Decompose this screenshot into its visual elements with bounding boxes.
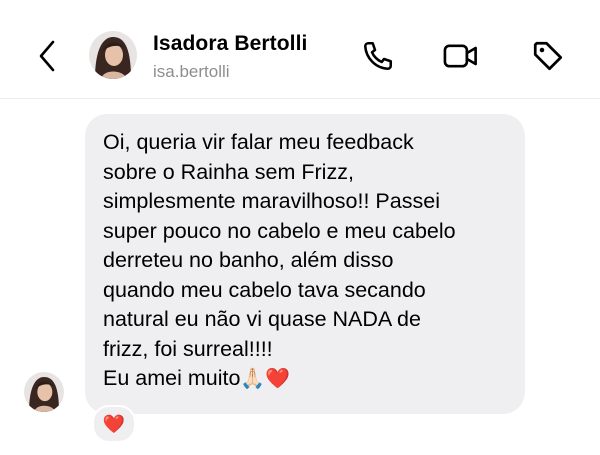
call-button[interactable] <box>358 36 398 76</box>
sender-avatar[interactable] <box>24 372 64 412</box>
message-line: super pouco no cabelo e meu cabelo <box>103 218 456 243</box>
contact-avatar[interactable] <box>89 31 137 79</box>
praying-hands-emoji-icon: 🙏🏻 <box>240 366 266 390</box>
contact-name[interactable]: Isadora Bertolli <box>153 32 307 56</box>
contact-username[interactable]: isa.bertolli <box>153 62 230 82</box>
heart-reaction-badge[interactable]: ❤️ <box>92 405 136 443</box>
red-heart-emoji-icon: ❤️ <box>265 366 291 390</box>
video-camera-icon <box>443 44 477 68</box>
video-call-button[interactable] <box>441 36 481 76</box>
message-line: Oi, queria vir falar meu feedback <box>103 130 414 154</box>
message-line: natural eu não vi quase NADA de <box>103 307 421 331</box>
message-last-line: Eu amei muito🙏🏻❤️ <box>103 364 509 394</box>
message-bubble[interactable]: Oi, queria vir falar meu feedback sobre … <box>85 114 525 414</box>
chevron-left-icon <box>39 40 55 72</box>
message-line: derreteu no banho, além disso <box>103 248 394 272</box>
message-line: sobre o Rainha sem Frizz, <box>103 159 354 184</box>
message-line-text: Eu amei muito <box>103 366 241 390</box>
message-line: frizz, foi surreal!!!! <box>103 336 273 361</box>
back-button[interactable] <box>30 34 64 78</box>
message-line: quando meu cabelo tava secando <box>103 277 426 302</box>
tag-button[interactable] <box>528 36 568 76</box>
message-line: simplesmente maravilhoso!! Passei <box>103 189 440 213</box>
chat-header: Isadora Bertolli isa.bertolli <box>0 0 600 99</box>
tag-icon <box>533 41 563 71</box>
phone-icon <box>363 41 393 71</box>
